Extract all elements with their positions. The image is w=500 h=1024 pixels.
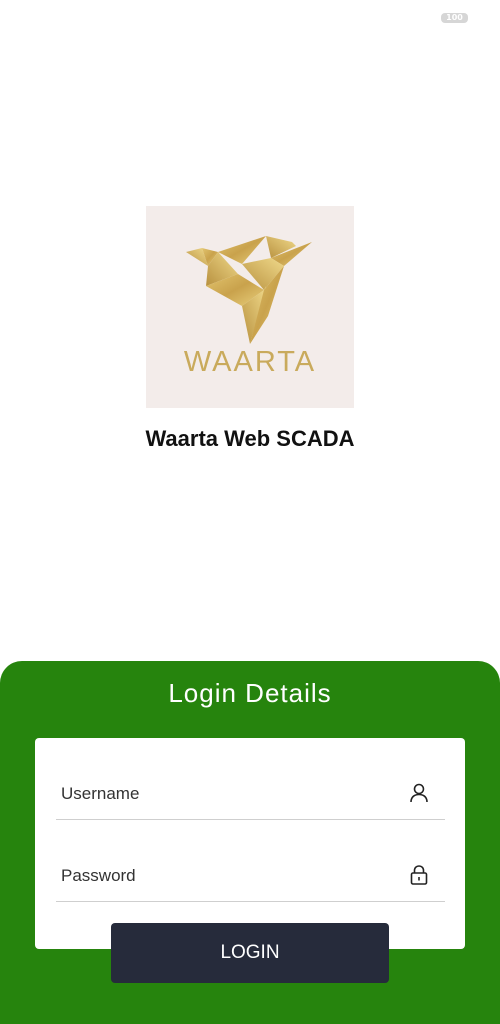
login-button[interactable]: LOGIN xyxy=(111,923,389,983)
username-input[interactable] xyxy=(56,769,391,819)
login-form-card xyxy=(35,738,465,949)
battery-indicator: 100 xyxy=(441,13,468,23)
password-input[interactable] xyxy=(56,851,391,901)
login-panel: Login Details LOGIN xyxy=(0,661,500,1024)
password-field-row xyxy=(56,851,445,902)
lock-icon xyxy=(407,863,431,887)
login-heading: Login Details xyxy=(168,678,332,708)
waarta-logo: WAARTA xyxy=(146,206,354,408)
user-icon xyxy=(407,781,431,805)
logo-wordmark: WAARTA xyxy=(183,346,317,378)
username-field-row xyxy=(56,769,445,820)
app-title: Waarta Web SCADA xyxy=(145,426,355,451)
